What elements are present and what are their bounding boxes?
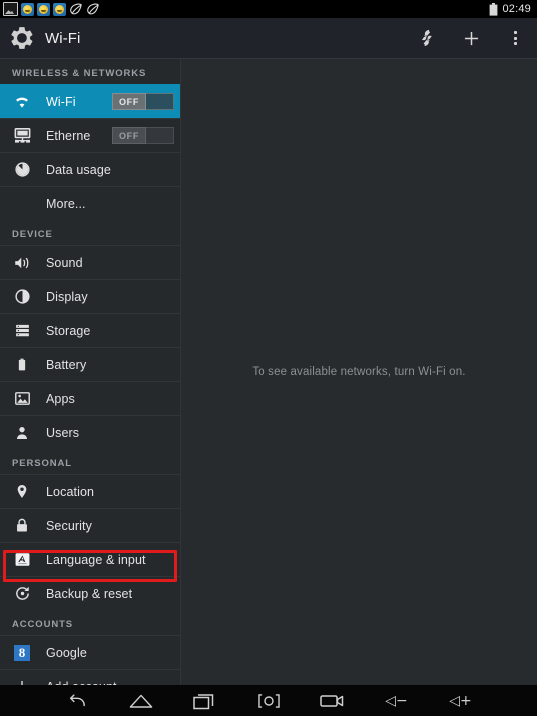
sidebar-item-etherne[interactable]: Etherne OFF bbox=[0, 118, 180, 152]
sidebar-item-security[interactable]: Security bbox=[0, 508, 180, 542]
battery-icon bbox=[490, 2, 498, 16]
settings-gear-icon[interactable] bbox=[9, 25, 35, 51]
apps-icon bbox=[12, 389, 32, 409]
camcorder-icon bbox=[319, 694, 343, 707]
sound-icon bbox=[12, 253, 32, 273]
toggle-state-label: OFF bbox=[118, 96, 140, 107]
ethernet-icon bbox=[12, 126, 32, 146]
language-input-icon bbox=[12, 550, 32, 570]
data-usage-icon bbox=[12, 160, 32, 180]
page-title: Wi-Fi bbox=[45, 29, 81, 47]
toggle-wi-fi[interactable]: OFF bbox=[112, 93, 174, 110]
back-arrow-icon bbox=[69, 693, 85, 706]
back-button[interactable] bbox=[62, 689, 92, 713]
wifi-detail-pane: To see available networks, turn Wi-Fi on… bbox=[181, 59, 537, 685]
action-bar: Wi-Fi bbox=[0, 18, 537, 59]
sidebar-item-language-input[interactable]: Language & input bbox=[0, 542, 180, 576]
status-bar-notification-icons bbox=[0, 2, 100, 16]
sidebar-item-label: Apps bbox=[46, 391, 75, 406]
leaf-icon bbox=[86, 3, 100, 15]
sidebar-item-label: Storage bbox=[46, 323, 91, 338]
plus-icon bbox=[12, 677, 32, 685]
screenshot-button[interactable] bbox=[254, 689, 284, 713]
add-network-button[interactable] bbox=[449, 18, 493, 58]
toggle-thumb: OFF bbox=[112, 93, 146, 110]
sidebar-item-location[interactable]: Location bbox=[0, 474, 180, 508]
sidebar-item-more[interactable]: More... bbox=[0, 186, 180, 220]
sidebar-item-label: More... bbox=[46, 196, 86, 211]
volume-up-button[interactable]: ◁+ bbox=[446, 689, 476, 713]
sidebar-item-label: Sound bbox=[46, 255, 83, 270]
overflow-menu-icon bbox=[513, 31, 517, 45]
lock-icon bbox=[12, 516, 32, 536]
recents-icon bbox=[192, 693, 213, 709]
overflow-menu-button[interactable] bbox=[493, 18, 537, 58]
sidebar-item-sound[interactable]: Sound bbox=[0, 245, 180, 279]
sidebar-item-storage[interactable]: Storage bbox=[0, 313, 180, 347]
toggle-state-label: OFF bbox=[118, 130, 140, 141]
volume-down-icon: ◁− bbox=[385, 692, 408, 709]
wifi-icon bbox=[12, 92, 32, 112]
backup-reset-icon bbox=[12, 584, 32, 604]
sidebar-item-label: Display bbox=[46, 289, 88, 304]
users-icon bbox=[12, 423, 32, 443]
settings-sidebar[interactable]: WIRELESS & NETWORKS Wi-Fi OFF Etherne OFF Dat… bbox=[0, 59, 181, 685]
sidebar-item-google[interactable]: 8 Google bbox=[0, 635, 180, 669]
sidebar-item-users[interactable]: Users bbox=[0, 415, 180, 449]
sidebar-item-label: Wi-Fi bbox=[46, 94, 76, 109]
leaf-icon bbox=[69, 3, 83, 15]
sidebar-item-wi-fi[interactable]: Wi-Fi OFF bbox=[0, 84, 180, 118]
toggle-thumb: OFF bbox=[112, 127, 146, 144]
sidebar-item-label: Google bbox=[46, 645, 87, 660]
status-bar-clock: 02:49 bbox=[502, 3, 531, 15]
content-area: WIRELESS & NETWORKS Wi-Fi OFF Etherne OFF Dat… bbox=[0, 59, 537, 685]
storage-icon bbox=[12, 321, 32, 341]
sidebar-item-backup-reset[interactable]: Backup & reset bbox=[0, 576, 180, 610]
section-header-accounts: ACCOUNTS bbox=[12, 619, 74, 630]
volume-up-icon: ◁+ bbox=[449, 692, 472, 709]
battery-icon bbox=[12, 355, 32, 375]
sidebar-item-label: Location bbox=[46, 484, 95, 499]
sidebar-item-label: Users bbox=[46, 425, 80, 440]
app-face-icon bbox=[53, 2, 66, 16]
home-icon bbox=[129, 694, 152, 708]
add-icon bbox=[464, 31, 478, 45]
scan-icon bbox=[422, 29, 432, 46]
record-button[interactable] bbox=[318, 689, 348, 713]
google-icon: 8 bbox=[12, 643, 32, 663]
sidebar-item-apps[interactable]: Apps bbox=[0, 381, 180, 415]
android-settings-screen: 02:49 Wi-Fi WIRELESS & NETWORKS Wi-Fi OF… bbox=[0, 0, 537, 716]
status-bar-system-icons: 02:49 bbox=[489, 2, 537, 16]
toggle-etherne[interactable]: OFF bbox=[112, 127, 174, 144]
sidebar-item-label: Battery bbox=[46, 357, 87, 372]
section-header-wireless-networks: WIRELESS & NETWORKS bbox=[12, 68, 147, 79]
sidebar-item-data-usage[interactable]: Data usage bbox=[0, 152, 180, 186]
sidebar-item-battery[interactable]: Battery bbox=[0, 347, 180, 381]
app-face-icon bbox=[37, 2, 50, 16]
screenshot-icon bbox=[3, 2, 18, 16]
sidebar-item-label: Data usage bbox=[46, 162, 111, 177]
volume-down-button[interactable]: ◁− bbox=[382, 689, 412, 713]
sidebar-item-label: Backup & reset bbox=[46, 586, 133, 601]
section-header-device: DEVICE bbox=[12, 229, 53, 240]
navigation-bar: ◁− ◁+ bbox=[0, 685, 537, 716]
display-icon bbox=[12, 287, 32, 307]
sidebar-item-add-account[interactable]: Add account bbox=[0, 669, 180, 685]
sidebar-item-display[interactable]: Display bbox=[0, 279, 180, 313]
app-face-icon bbox=[21, 2, 34, 16]
recents-button[interactable] bbox=[190, 689, 220, 713]
location-pin-icon bbox=[12, 482, 32, 502]
home-button[interactable] bbox=[126, 689, 156, 713]
sidebar-item-label: Etherne bbox=[46, 128, 91, 143]
scan-button[interactable] bbox=[405, 18, 449, 58]
status-bar: 02:49 bbox=[0, 0, 537, 18]
sidebar-item-label: Language & input bbox=[46, 552, 146, 567]
screenshot-icon bbox=[257, 693, 280, 708]
empty-state-message: To see available networks, turn Wi-Fi on… bbox=[252, 366, 466, 378]
action-bar-buttons bbox=[405, 18, 537, 58]
section-header-personal: PERSONAL bbox=[12, 458, 72, 469]
sidebar-item-label: Security bbox=[46, 518, 92, 533]
